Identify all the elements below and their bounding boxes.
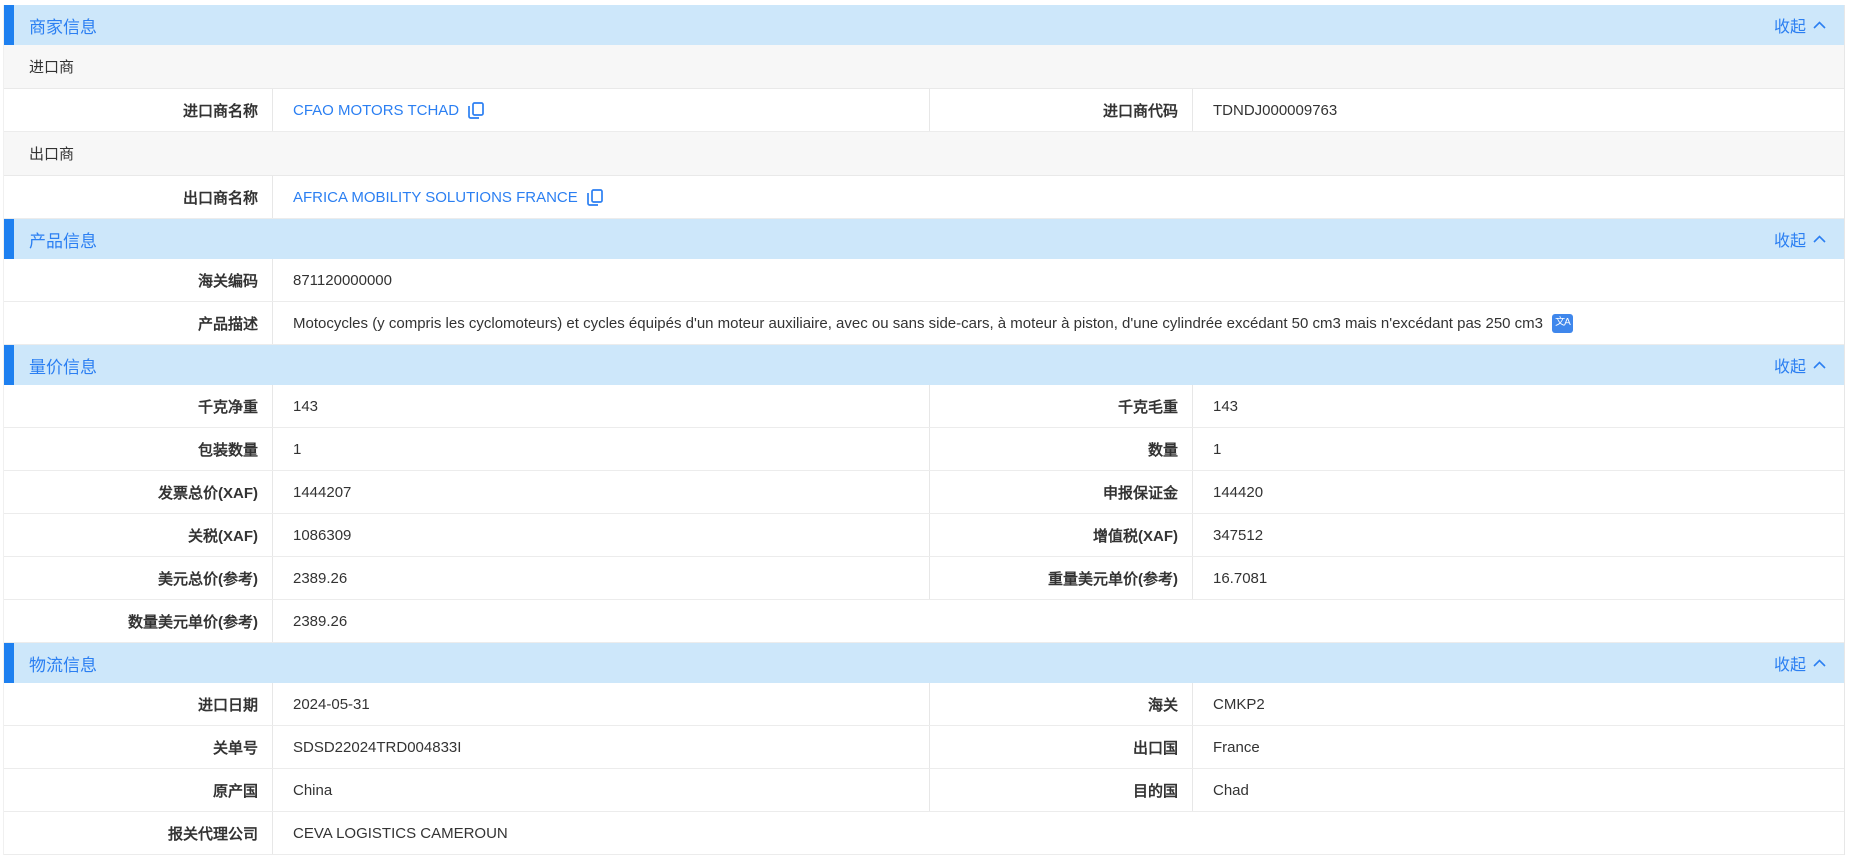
collapse-button-merchant[interactable]: 收起: [1774, 13, 1826, 37]
exporter-name-label: 出口商名称: [4, 176, 273, 218]
usd-total-value: 2389.26: [273, 557, 929, 599]
section-title-logistics: 物流信息: [29, 651, 97, 676]
vat-label: 增值税(XAF): [929, 514, 1193, 556]
collapse-label: 收起: [1774, 651, 1806, 675]
row-usd-total: 美元总价(参考) 2389.26 重量美元单价(参考) 16.7081: [4, 557, 1844, 600]
section-accent-bar: [4, 345, 14, 385]
origin-country-label: 原产国: [4, 769, 273, 811]
row-hs-code: 海关编码 871120000000: [4, 259, 1844, 302]
importer-name-label: 进口商名称: [4, 89, 273, 131]
importer-name-text: CFAO MOTORS TCHAD: [293, 102, 459, 119]
row-importer: 进口商名称 CFAO MOTORS TCHAD 进口商代码 TDNDJ00000…: [4, 89, 1844, 132]
collapse-button-logistics[interactable]: 收起: [1774, 651, 1826, 675]
row-origin-country: 原产国 China 目的国 Chad: [4, 769, 1844, 812]
copy-icon[interactable]: [468, 102, 484, 119]
import-date-value: 2024-05-31: [273, 683, 929, 725]
row-net-weight: 千克净重 143 千克毛重 143: [4, 385, 1844, 428]
row-import-date: 进口日期 2024-05-31 海关 CMKP2: [4, 683, 1844, 726]
declared-deposit-label: 申报保证金: [929, 471, 1193, 513]
section-accent-bar: [4, 5, 14, 45]
quantity-label: 数量: [929, 428, 1193, 470]
row-package-quantity: 包装数量 1 数量 1: [4, 428, 1844, 471]
copy-icon[interactable]: [587, 189, 603, 206]
net-weight-label: 千克净重: [4, 385, 273, 427]
chevron-up-icon: [1813, 361, 1826, 369]
section-accent-bar: [4, 219, 14, 259]
trade-record-detail: 商家信息 收起 进口商 进口商名称 CFAO MOTORS TCHAD 进口商代…: [3, 5, 1845, 855]
declared-deposit-value: 144420: [1193, 471, 1844, 513]
collapse-label: 收起: [1774, 353, 1806, 377]
section-header-product: 产品信息 收起: [4, 219, 1844, 259]
section-header-logistics: 物流信息 收起: [4, 643, 1844, 683]
gross-weight-label: 千克毛重: [929, 385, 1193, 427]
translate-icon[interactable]: 文A: [1552, 314, 1573, 333]
product-description-label: 产品描述: [4, 302, 273, 344]
row-tariff: 关税(XAF) 1086309 增值税(XAF) 347512: [4, 514, 1844, 557]
destination-country-label: 目的国: [929, 769, 1193, 811]
collapse-button-quantity-price[interactable]: 收起: [1774, 353, 1826, 377]
invoice-total-label: 发票总价(XAF): [4, 471, 273, 513]
customs-label: 海关: [929, 683, 1193, 725]
import-date-label: 进口日期: [4, 683, 273, 725]
section-title-product: 产品信息: [29, 227, 97, 252]
package-quantity-label: 包装数量: [4, 428, 273, 470]
usd-unit-weight-label: 重量美元单价(参考): [929, 557, 1193, 599]
chevron-up-icon: [1813, 21, 1826, 29]
row-invoice-total: 发票总价(XAF) 1444207 申报保证金 144420: [4, 471, 1844, 514]
subheader-exporter: 出口商: [4, 132, 1844, 176]
product-description-text: Motocycles (y compris les cyclomoteurs) …: [293, 315, 1543, 332]
origin-country-value: China: [273, 769, 929, 811]
subheader-importer: 进口商: [4, 45, 1844, 89]
tariff-label: 关税(XAF): [4, 514, 273, 556]
section-accent-bar: [4, 643, 14, 683]
invoice-total-value: 1444207: [273, 471, 929, 513]
chevron-up-icon: [1813, 659, 1826, 667]
destination-country-value: Chad: [1193, 769, 1844, 811]
export-country-value: France: [1193, 726, 1844, 768]
subheader-importer-label: 进口商: [29, 56, 74, 77]
row-declaration-number: 关单号 SDSD22024TRD004833I 出口国 France: [4, 726, 1844, 769]
usd-unit-quantity-label: 数量美元单价(参考): [4, 600, 273, 642]
importer-code-label: 进口商代码: [929, 89, 1193, 131]
customs-broker-value: CEVA LOGISTICS CAMEROUN: [273, 812, 1844, 854]
net-weight-value: 143: [273, 385, 929, 427]
package-quantity-value: 1: [273, 428, 929, 470]
row-product-description: 产品描述 Motocycles (y compris les cyclomote…: [4, 302, 1844, 345]
export-country-label: 出口国: [929, 726, 1193, 768]
hs-code-label: 海关编码: [4, 259, 273, 301]
importer-name-link[interactable]: CFAO MOTORS TCHAD: [293, 102, 484, 119]
declaration-number-value: SDSD22024TRD004833I: [273, 726, 929, 768]
usd-total-label: 美元总价(参考): [4, 557, 273, 599]
gross-weight-value: 143: [1193, 385, 1844, 427]
section-title-quantity-price: 量价信息: [29, 353, 97, 378]
collapse-label: 收起: [1774, 227, 1806, 251]
customs-value: CMKP2: [1193, 683, 1844, 725]
usd-unit-quantity-value: 2389.26: [273, 600, 1844, 642]
subheader-exporter-label: 出口商: [29, 143, 74, 164]
section-header-quantity-price: 量价信息 收起: [4, 345, 1844, 385]
quantity-value: 1: [1193, 428, 1844, 470]
declaration-number-label: 关单号: [4, 726, 273, 768]
exporter-name-cell: AFRICA MOBILITY SOLUTIONS FRANCE: [273, 176, 1844, 218]
tariff-value: 1086309: [273, 514, 929, 556]
usd-unit-weight-value: 16.7081: [1193, 557, 1844, 599]
section-title-merchant: 商家信息: [29, 13, 97, 38]
row-customs-broker: 报关代理公司 CEVA LOGISTICS CAMEROUN: [4, 812, 1844, 855]
importer-name-cell: CFAO MOTORS TCHAD: [273, 89, 929, 131]
section-header-merchant: 商家信息 收起: [4, 5, 1844, 45]
importer-code-value: TDNDJ000009763: [1193, 89, 1844, 131]
exporter-name-text: AFRICA MOBILITY SOLUTIONS FRANCE: [293, 189, 578, 206]
collapse-button-product[interactable]: 收起: [1774, 227, 1826, 251]
row-exporter: 出口商名称 AFRICA MOBILITY SOLUTIONS FRANCE: [4, 176, 1844, 219]
chevron-up-icon: [1813, 235, 1826, 243]
customs-broker-label: 报关代理公司: [4, 812, 273, 854]
row-usd-unit-quantity: 数量美元单价(参考) 2389.26: [4, 600, 1844, 643]
exporter-name-link[interactable]: AFRICA MOBILITY SOLUTIONS FRANCE: [293, 189, 603, 206]
hs-code-value: 871120000000: [273, 259, 1844, 301]
collapse-label: 收起: [1774, 13, 1806, 37]
product-description-cell: Motocycles (y compris les cyclomoteurs) …: [273, 302, 1844, 344]
vat-value: 347512: [1193, 514, 1844, 556]
